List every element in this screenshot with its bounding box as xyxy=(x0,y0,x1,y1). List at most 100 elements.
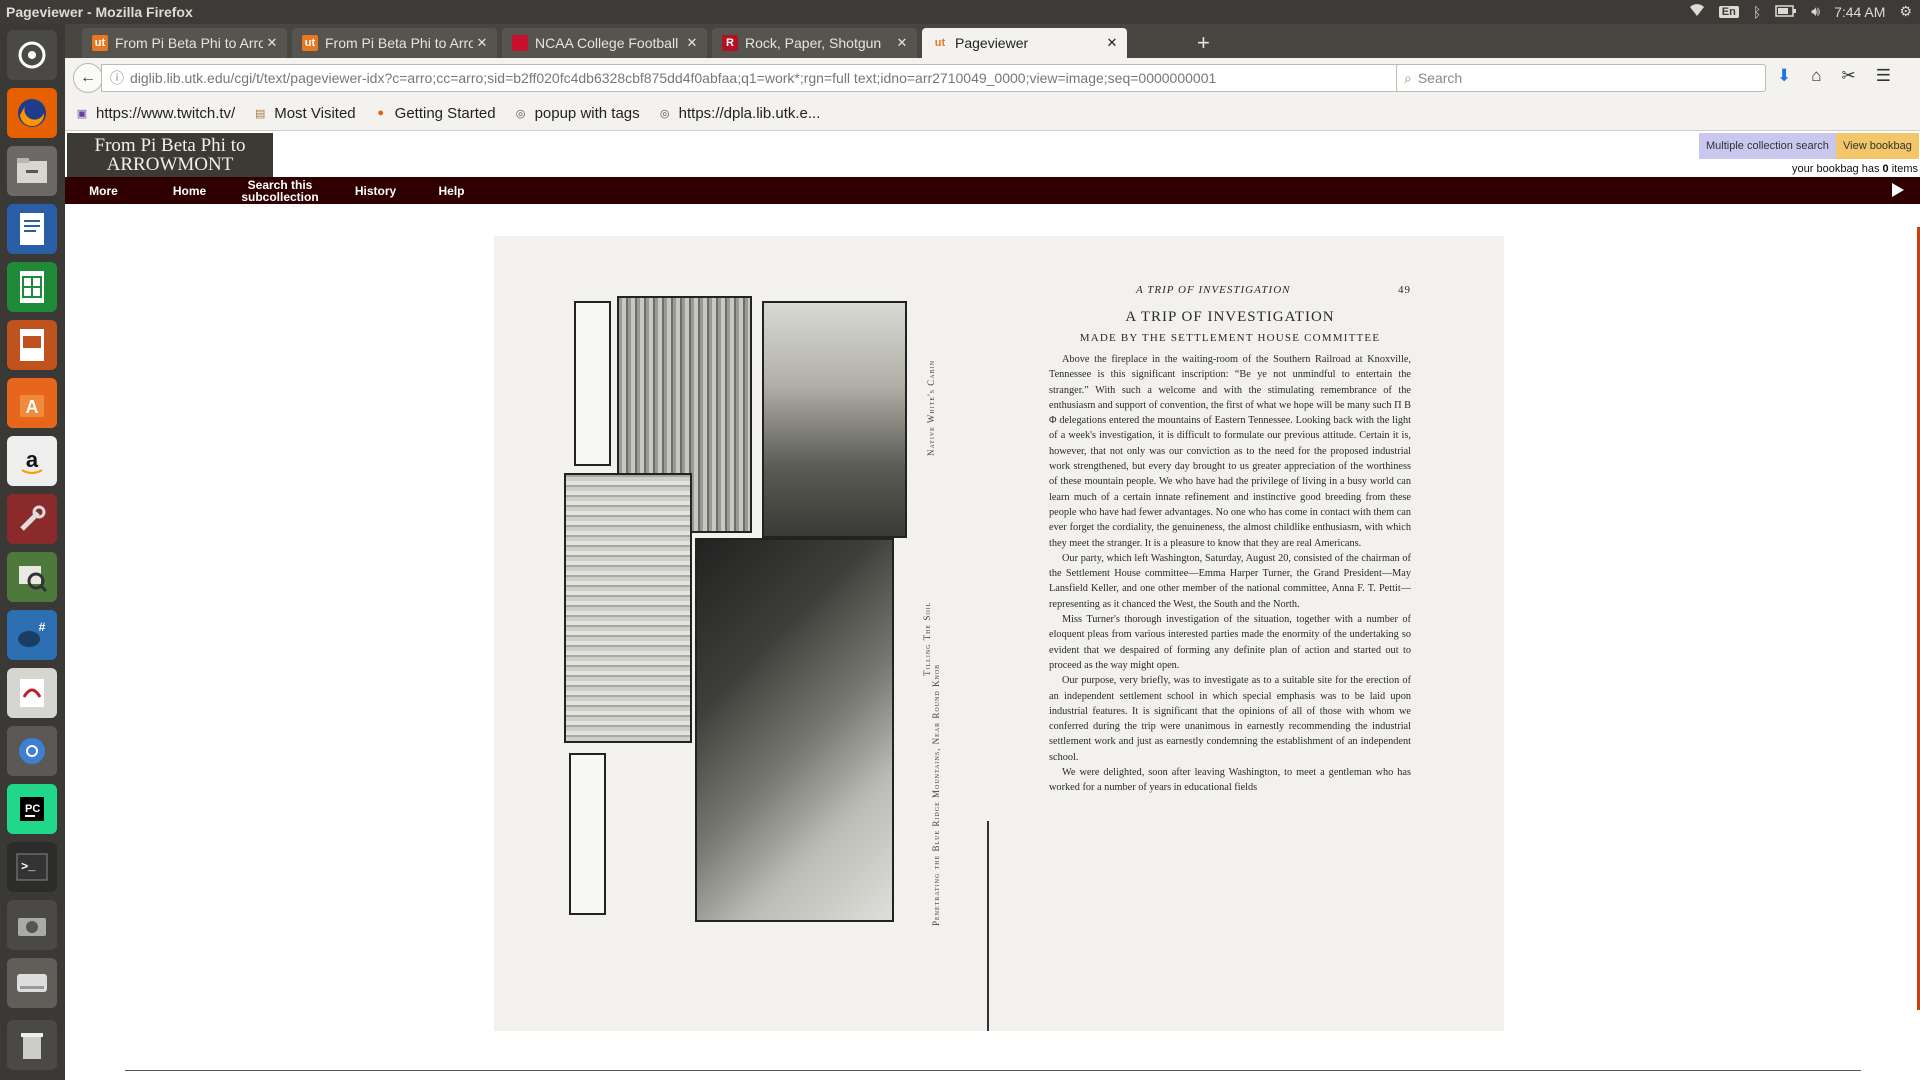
site-info-icon[interactable]: ⓘ xyxy=(110,68,124,88)
trash-icon[interactable] xyxy=(7,1020,57,1070)
article-paragraph: Above the fireplace in the waiting-room … xyxy=(1049,354,1411,549)
wifi-icon[interactable] xyxy=(1689,3,1705,20)
menu-search-subcollection[interactable]: Search this subcollection xyxy=(235,177,325,204)
bookmark-getting-started[interactable]: ● Getting Started xyxy=(373,105,495,122)
firefox-launcher-icon[interactable] xyxy=(7,88,57,138)
ut-favicon-icon: ut xyxy=(302,35,318,51)
play-arrow-icon[interactable] xyxy=(1892,183,1904,197)
view-bookbag-button[interactable]: View bookbag xyxy=(1836,133,1919,159)
gear-icon[interactable]: ⚙ xyxy=(1899,3,1912,20)
keyboard-layout-indicator[interactable]: En xyxy=(1718,5,1739,18)
photo-blue-ridge xyxy=(695,538,894,922)
menu-home[interactable]: Home xyxy=(151,177,228,204)
close-tab-icon[interactable]: ✕ xyxy=(683,35,701,51)
pdf-viewer-launcher-icon[interactable] xyxy=(7,668,57,718)
amazon-launcher-icon[interactable]: a xyxy=(7,436,57,486)
multiple-collection-search-button[interactable]: Multiple collection search xyxy=(1699,133,1836,159)
back-arrow-icon: ← xyxy=(80,69,96,86)
photo-plate xyxy=(564,296,919,956)
twitch-icon: ▣ xyxy=(76,107,88,120)
search-placeholder: Search xyxy=(1417,70,1463,86)
navigation-toolbar: ← ⓘ diglib.lib.utk.edu/cgi/t/text/pagevi… xyxy=(65,58,1920,96)
svg-text:PC: PC xyxy=(25,803,40,815)
scanned-page-image[interactable]: Native White's Cabin Tilling The Soil Pe… xyxy=(494,236,1504,1031)
window-title: Pageviewer - Mozilla Firefox xyxy=(6,4,193,20)
calc-launcher-icon[interactable] xyxy=(7,262,57,312)
bookmarks-toolbar: ▣ https://www.twitch.tv/ ▤ Most Visited … xyxy=(65,96,1920,131)
tab-pageviewer[interactable]: ut Pageviewer ✕ xyxy=(922,28,1127,58)
photo-tilling xyxy=(564,473,692,743)
downloads-icon[interactable]: ⬇ xyxy=(1777,66,1791,86)
menu-icon[interactable]: ☰ xyxy=(1876,66,1891,86)
clock[interactable]: 7:44 AM xyxy=(1834,4,1885,20)
image-viewer-launcher-icon[interactable] xyxy=(7,552,57,602)
drive-launcher-icon[interactable] xyxy=(7,958,57,1008)
globe-icon: ◎ xyxy=(659,107,670,120)
impress-launcher-icon[interactable] xyxy=(7,320,57,370)
pycharm-launcher-icon[interactable]: PC xyxy=(7,784,57,834)
system-top-panel: Pageviewer - Mozilla Firefox En ᛒ 🔊︎ 7:4… xyxy=(0,0,1920,24)
svg-text:>_: >_ xyxy=(21,860,36,874)
close-tab-icon[interactable]: ✕ xyxy=(893,35,911,51)
article-paragraph: Our party, which left Washington, Saturd… xyxy=(1049,552,1411,610)
bookmark-twitch[interactable]: ▣ https://www.twitch.tv/ xyxy=(74,105,235,122)
article-paragraph: We were delighted, soon after leaving Wa… xyxy=(1049,767,1411,794)
extension-icon[interactable]: ✂ xyxy=(1842,66,1856,86)
chromium-launcher-icon[interactable] xyxy=(7,726,57,776)
files-launcher-icon[interactable] xyxy=(7,146,57,196)
dash-home-icon[interactable] xyxy=(7,30,57,80)
photo-frame-blank xyxy=(574,301,611,466)
close-tab-icon[interactable]: ✕ xyxy=(263,35,281,51)
caption-native-cabin: Native White's Cabin xyxy=(926,360,936,456)
bookbag-status: your bookbag has 0 items xyxy=(1792,163,1918,175)
camera-launcher-icon[interactable] xyxy=(7,900,57,950)
terminal-launcher-icon[interactable]: >_ xyxy=(7,842,57,892)
bluetooth-icon[interactable]: ᛒ xyxy=(1753,4,1761,20)
search-icon: ⌕ xyxy=(1404,69,1412,86)
software-center-launcher-icon[interactable]: A xyxy=(7,378,57,428)
photo-frame-blank xyxy=(569,753,606,915)
battery-icon[interactable] xyxy=(1775,4,1797,20)
logo-line-2: ARROWMONT xyxy=(106,154,234,175)
site-menu-bar: More Home Search this subcollection Hist… xyxy=(65,177,1920,204)
article-paragraph: Miss Turner's thorough investigation of … xyxy=(1049,614,1411,671)
volume-icon[interactable]: 🔊︎ xyxy=(1811,3,1820,20)
close-tab-icon[interactable]: ✕ xyxy=(473,35,491,51)
ut-favicon-icon: ut xyxy=(92,35,108,51)
back-button[interactable]: ← xyxy=(73,63,103,93)
menu-more[interactable]: More xyxy=(65,177,142,204)
svg-text:#: # xyxy=(39,620,46,634)
bookmark-dpla[interactable]: ◎ https://dpla.lib.utk.e... xyxy=(657,105,821,122)
system-tray: En ᛒ 🔊︎ 7:44 AM ⚙ xyxy=(1689,3,1912,20)
new-tab-button[interactable]: + xyxy=(1197,30,1210,56)
home-icon[interactable]: ⌂ xyxy=(1811,66,1821,86)
menu-history[interactable]: History xyxy=(337,177,414,204)
tab-ncaa-football[interactable]: NCAA College Football ✕ xyxy=(502,28,707,58)
url-text[interactable]: diglib.lib.utk.edu/cgi/t/text/pageviewer… xyxy=(130,70,1397,86)
menu-help[interactable]: Help xyxy=(413,177,490,204)
hexchat-launcher-icon[interactable]: # xyxy=(7,610,57,660)
tab-pi-beta-phi-1[interactable]: ut From Pi Beta Phi to Arrowmont ✕ xyxy=(82,28,287,58)
tab-rock-paper-shotgun[interactable]: R Rock, Paper, Shotgun ✕ xyxy=(712,28,917,58)
tab-pi-beta-phi-2[interactable]: ut From Pi Beta Phi to Arrowmont ✕ xyxy=(292,28,497,58)
address-bar[interactable]: ⓘ diglib.lib.utk.edu/cgi/t/text/pageview… xyxy=(101,64,1425,92)
ut-favicon-icon: ut xyxy=(932,35,948,51)
page-gutter-line xyxy=(987,821,989,1031)
page-number: 49 xyxy=(1398,284,1411,296)
bookmark-most-visited[interactable]: ▤ Most Visited xyxy=(252,105,356,122)
page-bottom-divider xyxy=(125,1070,1861,1071)
system-settings-launcher-icon[interactable] xyxy=(7,494,57,544)
web-page: From Pi Beta Phi to ARROWMONT Multiple c… xyxy=(65,131,1920,1080)
tab-strip: ut From Pi Beta Phi to Arrowmont ✕ ut Fr… xyxy=(65,24,1920,58)
collection-logo[interactable]: From Pi Beta Phi to ARROWMONT xyxy=(67,133,273,177)
close-tab-icon[interactable]: ✕ xyxy=(1103,35,1121,51)
ncaa-favicon-icon xyxy=(512,35,528,51)
search-input[interactable]: ⌕ Search xyxy=(1396,64,1766,92)
writer-launcher-icon[interactable] xyxy=(7,204,57,254)
photo-cabin-view xyxy=(762,301,907,538)
bookmark-popup-with-tags[interactable]: ◎ popup with tags xyxy=(513,105,640,122)
article-title: A TRIP OF INVESTIGATION xyxy=(1125,309,1335,325)
caption-blue-ridge: Penetrating the Blue Ridge Mountains, Ne… xyxy=(931,663,941,926)
globe-icon: ◎ xyxy=(515,107,526,120)
svg-text:A: A xyxy=(26,397,39,417)
